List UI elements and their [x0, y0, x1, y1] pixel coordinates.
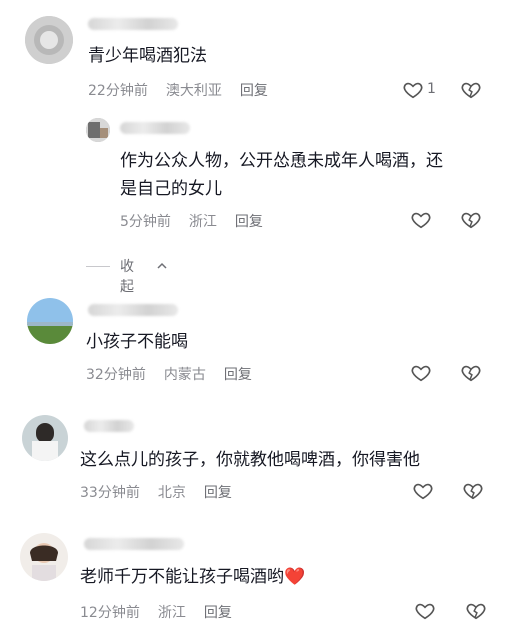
comment-text-line1: 作为公众人物，公开怂恿未成年人喝酒，还	[120, 151, 443, 171]
comment-location: 澳大利亚	[165, 83, 222, 99]
comment-meta: 32分钟前 内蒙古 回复	[86, 364, 270, 384]
heart-emoji: ❤️	[284, 567, 306, 587]
reply-button[interactable]: 回复	[235, 214, 263, 230]
avatar-image	[86, 118, 110, 142]
comment-time: 12分钟前	[80, 605, 140, 621]
collapse-divider	[86, 266, 110, 267]
broken-heart-icon[interactable]	[460, 209, 482, 231]
like-count: 1	[427, 81, 436, 97]
avatar-image	[20, 533, 68, 581]
comment-text: 青少年喝酒犯法	[88, 46, 207, 66]
username-blurred[interactable]	[84, 420, 134, 432]
username-blurred[interactable]	[84, 538, 184, 550]
comment-location: 浙江	[188, 214, 217, 230]
comment-time: 32分钟前	[86, 367, 146, 383]
comment-text-body: 老师千万不能让孩子喝酒哟	[80, 567, 284, 587]
comment-meta: 12分钟前 浙江 回复	[80, 602, 250, 622]
heart-outline-icon[interactable]	[410, 362, 432, 384]
avatar[interactable]	[22, 415, 68, 461]
chevron-up-icon	[157, 262, 167, 269]
comment-text: 老师千万不能让孩子喝酒哟❤️	[80, 563, 305, 591]
reply-button[interactable]: 回复	[204, 485, 232, 501]
avatar[interactable]	[20, 533, 68, 581]
avatar-image	[22, 415, 68, 461]
collapse-label: 收起	[120, 259, 134, 295]
avatar[interactable]	[86, 118, 110, 142]
broken-heart-icon[interactable]	[465, 600, 487, 622]
comment-location: 浙江	[157, 605, 186, 621]
comment-location: 北京	[157, 485, 186, 501]
broken-heart-icon[interactable]	[460, 362, 482, 384]
comment-text-line2: 是自己的女儿	[120, 179, 222, 199]
comment-text: 小孩子不能喝	[86, 332, 188, 352]
heart-outline-icon[interactable]	[414, 600, 436, 622]
broken-heart-icon[interactable]	[462, 480, 484, 502]
avatar-image	[25, 16, 73, 64]
comment-time: 22分钟前	[88, 83, 148, 99]
avatar[interactable]	[25, 16, 73, 64]
heart-outline-icon[interactable]	[410, 209, 432, 231]
comment-location: 内蒙古	[163, 367, 206, 383]
avatar-image	[27, 298, 73, 344]
comment-meta: 33分钟前 北京 回复	[80, 482, 250, 502]
heart-outline-icon[interactable]	[402, 79, 424, 101]
reply-button[interactable]: 回复	[204, 605, 232, 621]
reply-button[interactable]: 回复	[224, 367, 252, 383]
comment-text: 这么点儿的孩子，你就教他喝啤酒，你得害他	[80, 450, 420, 470]
heart-outline-icon[interactable]	[412, 480, 434, 502]
username-blurred[interactable]	[88, 304, 178, 316]
comment-time: 5分钟前	[120, 214, 171, 230]
username-blurred[interactable]	[88, 18, 178, 30]
comment-meta: 22分钟前 澳大利亚 回复	[88, 80, 286, 100]
comment-meta: 5分钟前 浙江 回复	[120, 211, 281, 231]
reply-button[interactable]: 回复	[240, 83, 268, 99]
username-blurred[interactable]	[120, 122, 190, 134]
broken-heart-icon[interactable]	[460, 79, 482, 101]
avatar[interactable]	[27, 298, 73, 344]
comment-time: 33分钟前	[80, 485, 140, 501]
